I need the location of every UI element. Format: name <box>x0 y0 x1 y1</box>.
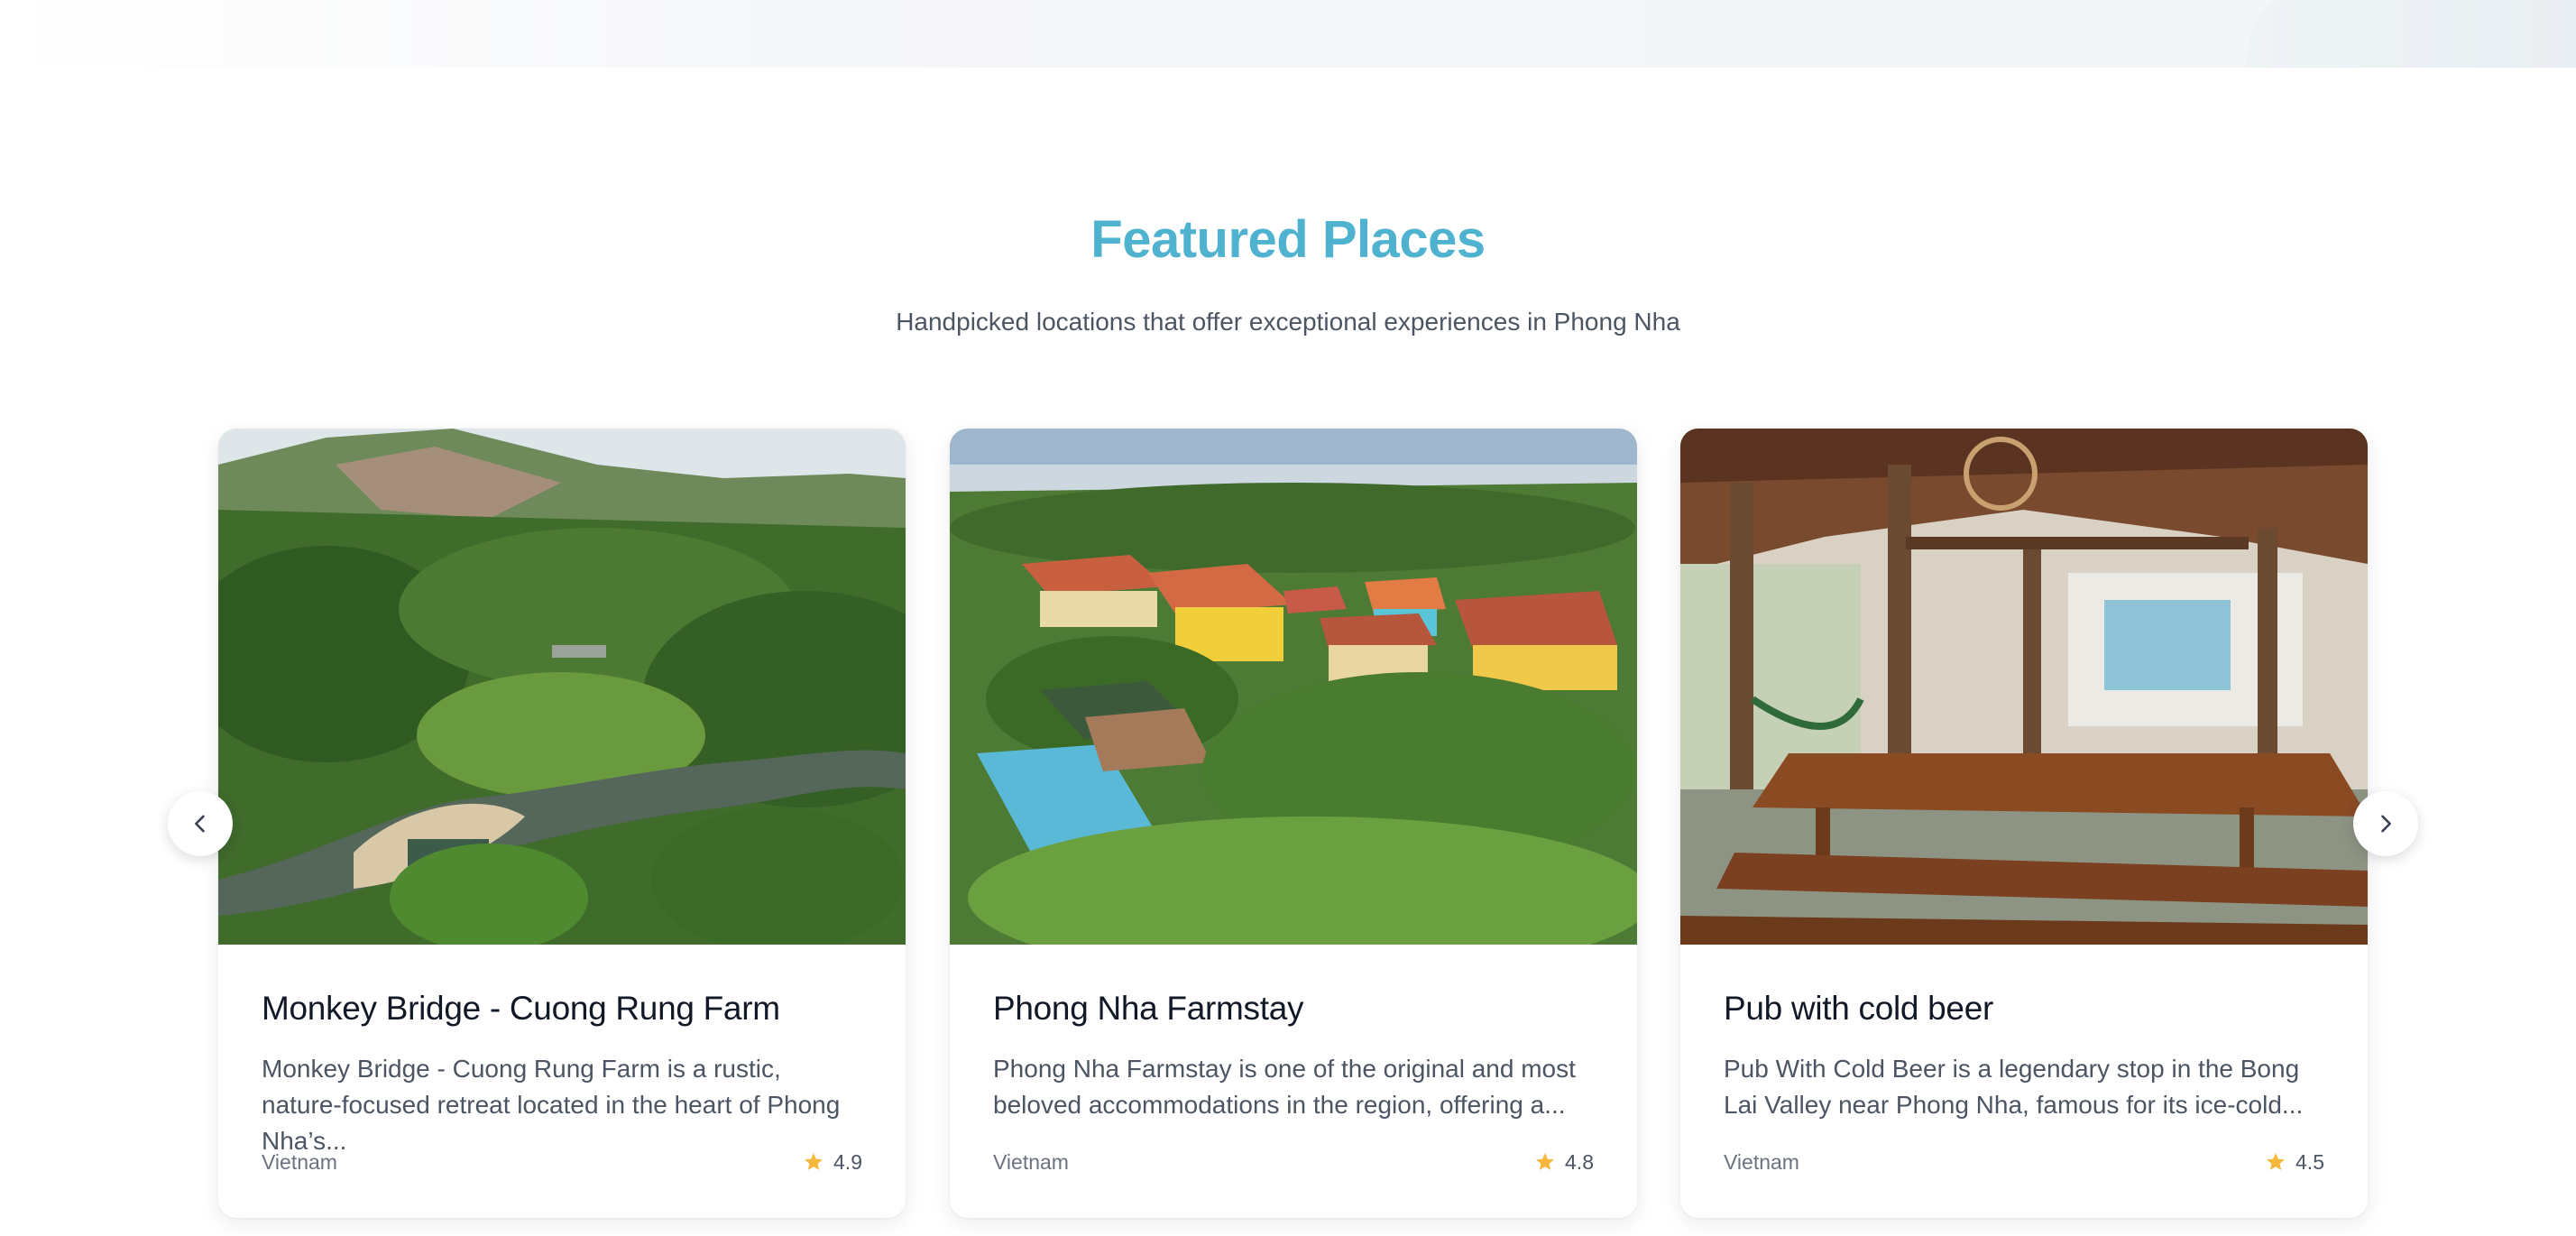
place-card-phong-nha-farmstay[interactable]: Phong Nha Farmstay Phong Nha Farmstay is… <box>950 429 1637 1218</box>
place-card-monkey-bridge[interactable]: Monkey Bridge - Cuong Rung Farm Monkey B… <box>218 429 906 1218</box>
star-icon <box>805 1153 823 1170</box>
place-card-location: Vietnam <box>993 1149 1069 1174</box>
rating-value: 4.9 <box>833 1149 862 1174</box>
place-card-image[interactable] <box>218 429 906 945</box>
star-icon <box>1536 1153 1555 1170</box>
place-card-title[interactable]: Pub with cold beer <box>1724 990 2324 1028</box>
chevron-right-icon <box>2381 815 2391 833</box>
rating-value: 4.8 <box>1565 1149 1594 1174</box>
place-card-image[interactable] <box>1680 429 2368 945</box>
rating-value: 4.5 <box>2295 1149 2324 1174</box>
place-card-footer: Vietnam 4.9 <box>262 1148 862 1176</box>
place-card-location: Vietnam <box>1724 1149 1799 1174</box>
carousel-next-button[interactable] <box>2353 791 2418 856</box>
top-banner-band <box>0 0 2576 68</box>
place-card-title[interactable]: Monkey Bridge - Cuong Rung Farm <box>262 990 862 1028</box>
section-title: Featured Places <box>1090 210 1486 269</box>
place-card-description: Monkey Bridge - Cuong Rung Farm is a rus… <box>262 1055 841 1155</box>
chevron-left-icon <box>195 815 205 833</box>
section-subtitle: Handpicked locations that offer exceptio… <box>896 308 1680 336</box>
featured-places-page: Featured Places Handpicked locations tha… <box>0 0 2576 1236</box>
place-card-location: Vietnam <box>262 1149 337 1174</box>
place-card-title[interactable]: Phong Nha Farmstay <box>993 990 1594 1028</box>
place-card-image[interactable] <box>950 429 1637 945</box>
star-icon <box>2267 1153 2286 1170</box>
forest-valley-image <box>218 429 906 945</box>
place-card-rating: 4.9 <box>803 1150 862 1175</box>
place-card-footer: Vietnam 4.8 <box>993 1148 1594 1176</box>
place-card-description: Phong Nha Farmstay is one of the origina… <box>993 1055 1576 1119</box>
pub-pavilion-image <box>1680 429 2368 945</box>
carousel-prev-button[interactable] <box>168 791 233 856</box>
place-card-pub-with-cold-beer[interactable]: Pub with cold beer Pub With Cold Beer is… <box>1680 429 2368 1218</box>
place-card-rating: 4.8 <box>1534 1150 1594 1175</box>
farmstay-image <box>950 429 1637 945</box>
place-card-rating: 4.5 <box>2265 1150 2324 1175</box>
place-card-footer: Vietnam 4.5 <box>1724 1148 2324 1176</box>
place-card-description: Pub With Cold Beer is a legendary stop i… <box>1724 1055 2304 1119</box>
top-banner-accent <box>2246 0 2576 68</box>
